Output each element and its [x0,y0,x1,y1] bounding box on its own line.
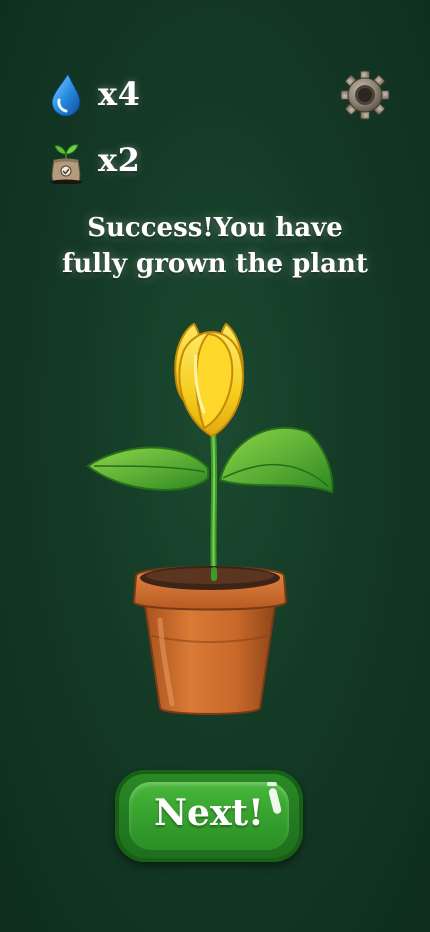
next-button-shine-dot [267,782,277,786]
success-message: Success!You have fully grown the plant [0,210,430,282]
plant-leaf-right [218,426,334,494]
flower-pot [132,566,288,715]
tulip-flower [174,322,244,438]
seed-count: x2 [98,141,141,179]
plant-leaf-left [86,446,209,491]
potted-tulip-illustration [86,322,334,715]
next-button[interactable]: Next! [115,770,303,862]
plant-stem [210,427,218,585]
water-drop-icon [51,72,81,117]
gear-icon[interactable] [338,68,392,122]
seed-bag-icon [50,144,82,184]
water-counter: x4 [46,70,140,118]
success-message-line-2: fully grown the plant [62,249,368,279]
success-message-line-1: Success!You have [87,213,343,243]
seed-counter: x2 [46,136,140,184]
water-count: x4 [98,75,141,113]
